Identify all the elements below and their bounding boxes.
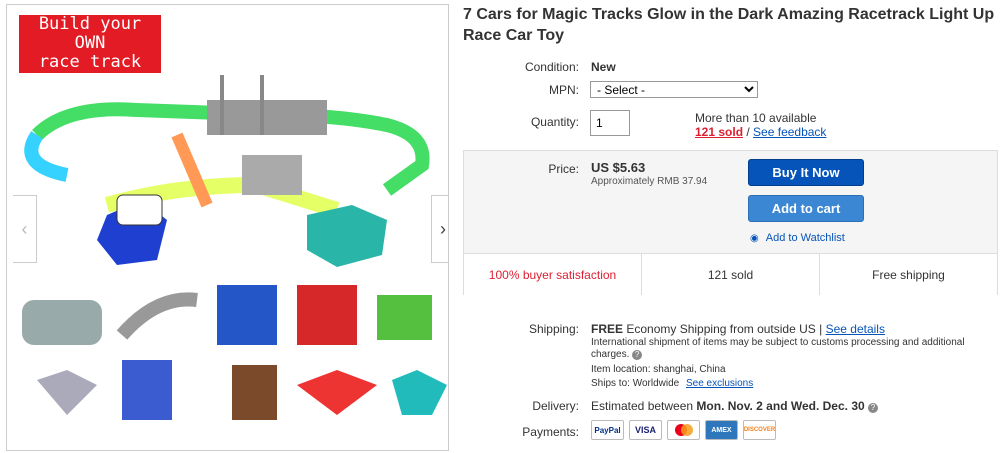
- stats-bar: 100% buyer satisfaction 121 sold Free sh…: [464, 253, 997, 295]
- chevron-right-icon: ›: [440, 218, 446, 239]
- sold-count-link[interactable]: 121 sold: [695, 125, 743, 139]
- mastercard-logo: [674, 424, 693, 436]
- paypal-icon: PayPal: [591, 420, 624, 440]
- quantity-input[interactable]: [590, 110, 630, 136]
- stat-satisfaction: 100% buyer satisfaction: [464, 254, 642, 295]
- delivery-help-icon[interactable]: ?: [868, 403, 879, 413]
- promo-line: race track: [38, 52, 142, 72]
- discover-icon: DISCOVER: [743, 420, 776, 440]
- part-green: [377, 295, 432, 340]
- part-x: [297, 370, 377, 415]
- price-label: Price:: [548, 162, 579, 176]
- eye-icon: ◉: [750, 233, 759, 244]
- shipping-free: FREE: [591, 322, 624, 336]
- shipping-intl-note: International shipment of items may be s…: [591, 337, 996, 361]
- delivery-range: Mon. Nov. 2 and Wed. Dec. 30: [696, 399, 865, 413]
- part-cross: [37, 370, 97, 415]
- condition-label: Condition:: [524, 60, 579, 74]
- item-title: 7 Cars for Magic Tracks Glow in the Dark…: [463, 6, 995, 44]
- quantity-available: More than 10 available: [695, 111, 817, 125]
- ships-to-value: Worldwide: [632, 378, 680, 389]
- shipping-method: Economy Shipping from outside US |: [626, 322, 823, 336]
- promo-banner: Build your OWN race track: [17, 13, 163, 75]
- mpn-label: MPN:: [549, 83, 579, 97]
- visa-icon: VISA: [629, 420, 662, 440]
- mpn-select[interactable]: - Select -: [590, 81, 758, 98]
- chevron-left-icon: ‹: [21, 218, 28, 239]
- buy-it-now-button[interactable]: Buy It Now: [748, 159, 864, 186]
- add-to-watchlist-link[interactable]: ◉ Add to Watchlist: [750, 232, 845, 244]
- watchlist-label: Add to Watchlist: [765, 232, 845, 244]
- product-image-gallery[interactable]: Build your OWN race track ‹ ›: [6, 4, 449, 451]
- see-exclusions-link[interactable]: See exclusions: [686, 378, 753, 389]
- mastercard-icon: [667, 420, 700, 440]
- part-red-ramp: [297, 285, 357, 345]
- add-to-cart-button[interactable]: Add to cart: [748, 195, 864, 222]
- see-feedback-link[interactable]: See feedback: [753, 125, 826, 139]
- quantity-label: Quantity:: [530, 115, 579, 129]
- crossroad: [242, 155, 302, 195]
- stat-shipping: Free shipping: [872, 267, 945, 282]
- price-approx: Approximately RMB 37.94: [591, 176, 708, 187]
- part-tower: [122, 360, 172, 420]
- condition-value: New: [591, 60, 616, 74]
- delivery-text: Estimated between: [591, 399, 694, 413]
- bridge: [207, 100, 327, 135]
- item-location-value: shanghai, China: [653, 364, 726, 375]
- price-value: US $5.63: [591, 160, 646, 175]
- part-hex: [392, 370, 447, 415]
- next-image-button[interactable]: ›: [431, 195, 448, 263]
- stat-sold: 121 sold: [642, 254, 820, 295]
- ships-to-label: Ships to:: [591, 378, 630, 389]
- promo-line: Build your: [38, 14, 142, 34]
- part-curve: [116, 292, 198, 340]
- track-piece: [24, 131, 69, 182]
- help-icon[interactable]: ?: [632, 350, 643, 360]
- delivery-label: Delivery:: [532, 399, 579, 413]
- prev-image-button[interactable]: ‹: [13, 195, 37, 263]
- amex-icon: AMEX: [705, 420, 738, 440]
- see-details-link[interactable]: See details: [826, 322, 885, 336]
- car: [116, 194, 163, 226]
- payments-label: Payments:: [522, 425, 579, 439]
- sold-separator: /: [743, 125, 754, 139]
- promo-line: OWN: [74, 33, 106, 53]
- part-blue-ramp: [217, 285, 277, 345]
- base-teal: [307, 205, 387, 267]
- item-location-label: Item location:: [591, 364, 651, 375]
- part-gate: [232, 365, 277, 420]
- intl-text: International shipment of items may be s…: [591, 337, 965, 360]
- part-bridge: [22, 300, 102, 345]
- shipping-label: Shipping:: [528, 322, 579, 336]
